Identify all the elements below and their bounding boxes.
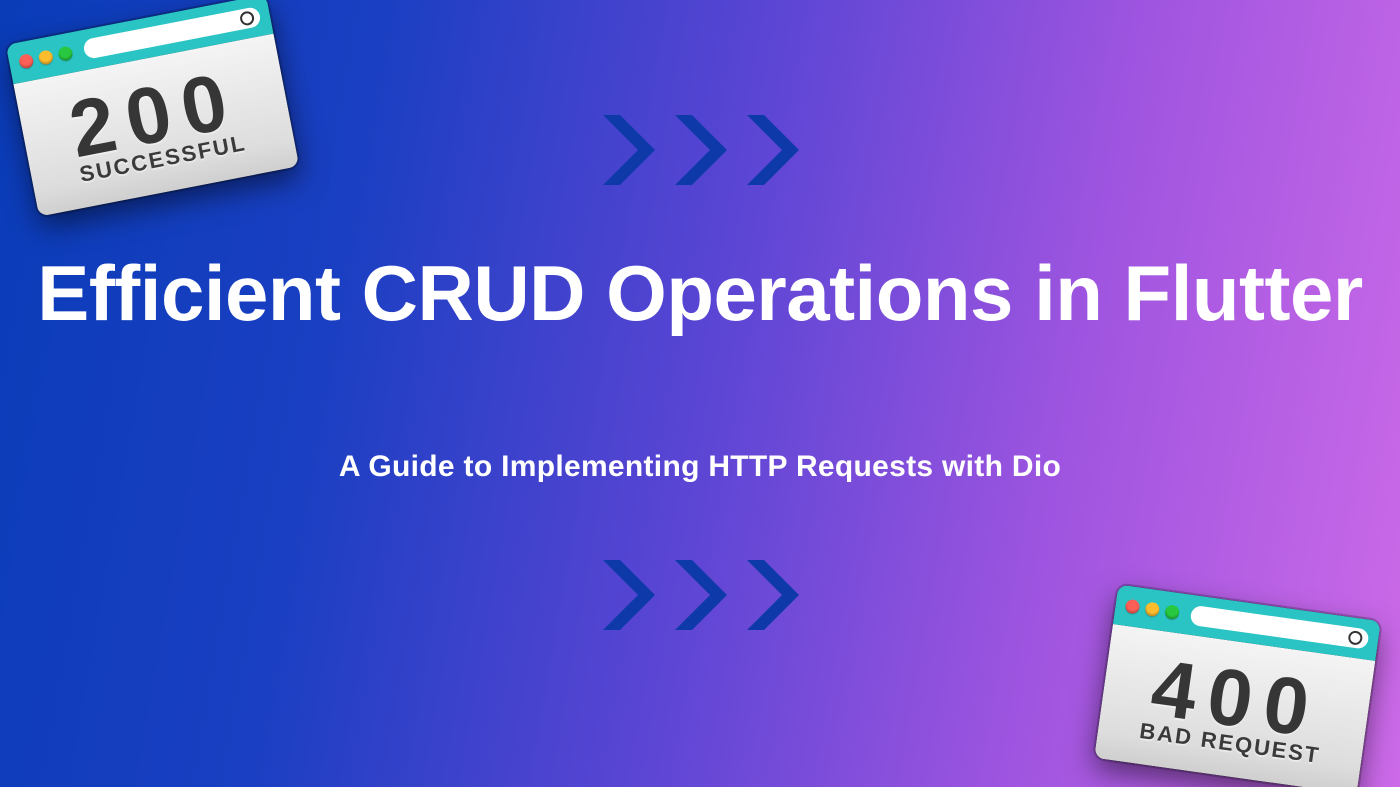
banner-canvas: 200 SUCCESSFUL Efficient CRUD Operations… <box>0 0 1400 787</box>
chevron-right-icon <box>665 555 735 635</box>
page-subtitle: A Guide to Implementing HTTP Requests wi… <box>0 450 1400 484</box>
traffic-dot-red-icon <box>18 53 34 69</box>
page-title: Efficient CRUD Operations in Flutter <box>0 250 1400 337</box>
traffic-dot-yellow-icon <box>38 49 54 65</box>
chevrons-top <box>593 110 807 190</box>
chevron-right-icon <box>737 110 807 190</box>
traffic-dot-yellow-icon <box>1144 601 1160 617</box>
traffic-dot-green-icon <box>1164 604 1180 620</box>
chevrons-bottom <box>593 555 807 635</box>
status-card-400: 400 BAD REQUEST <box>1094 584 1381 787</box>
chevron-right-icon <box>593 555 663 635</box>
traffic-dot-red-icon <box>1125 599 1141 615</box>
chevron-right-icon <box>737 555 807 635</box>
status-card-200: 200 SUCCESSFUL <box>6 0 300 217</box>
chevron-right-icon <box>593 110 663 190</box>
traffic-dot-green-icon <box>57 45 73 61</box>
chevron-right-icon <box>665 110 735 190</box>
